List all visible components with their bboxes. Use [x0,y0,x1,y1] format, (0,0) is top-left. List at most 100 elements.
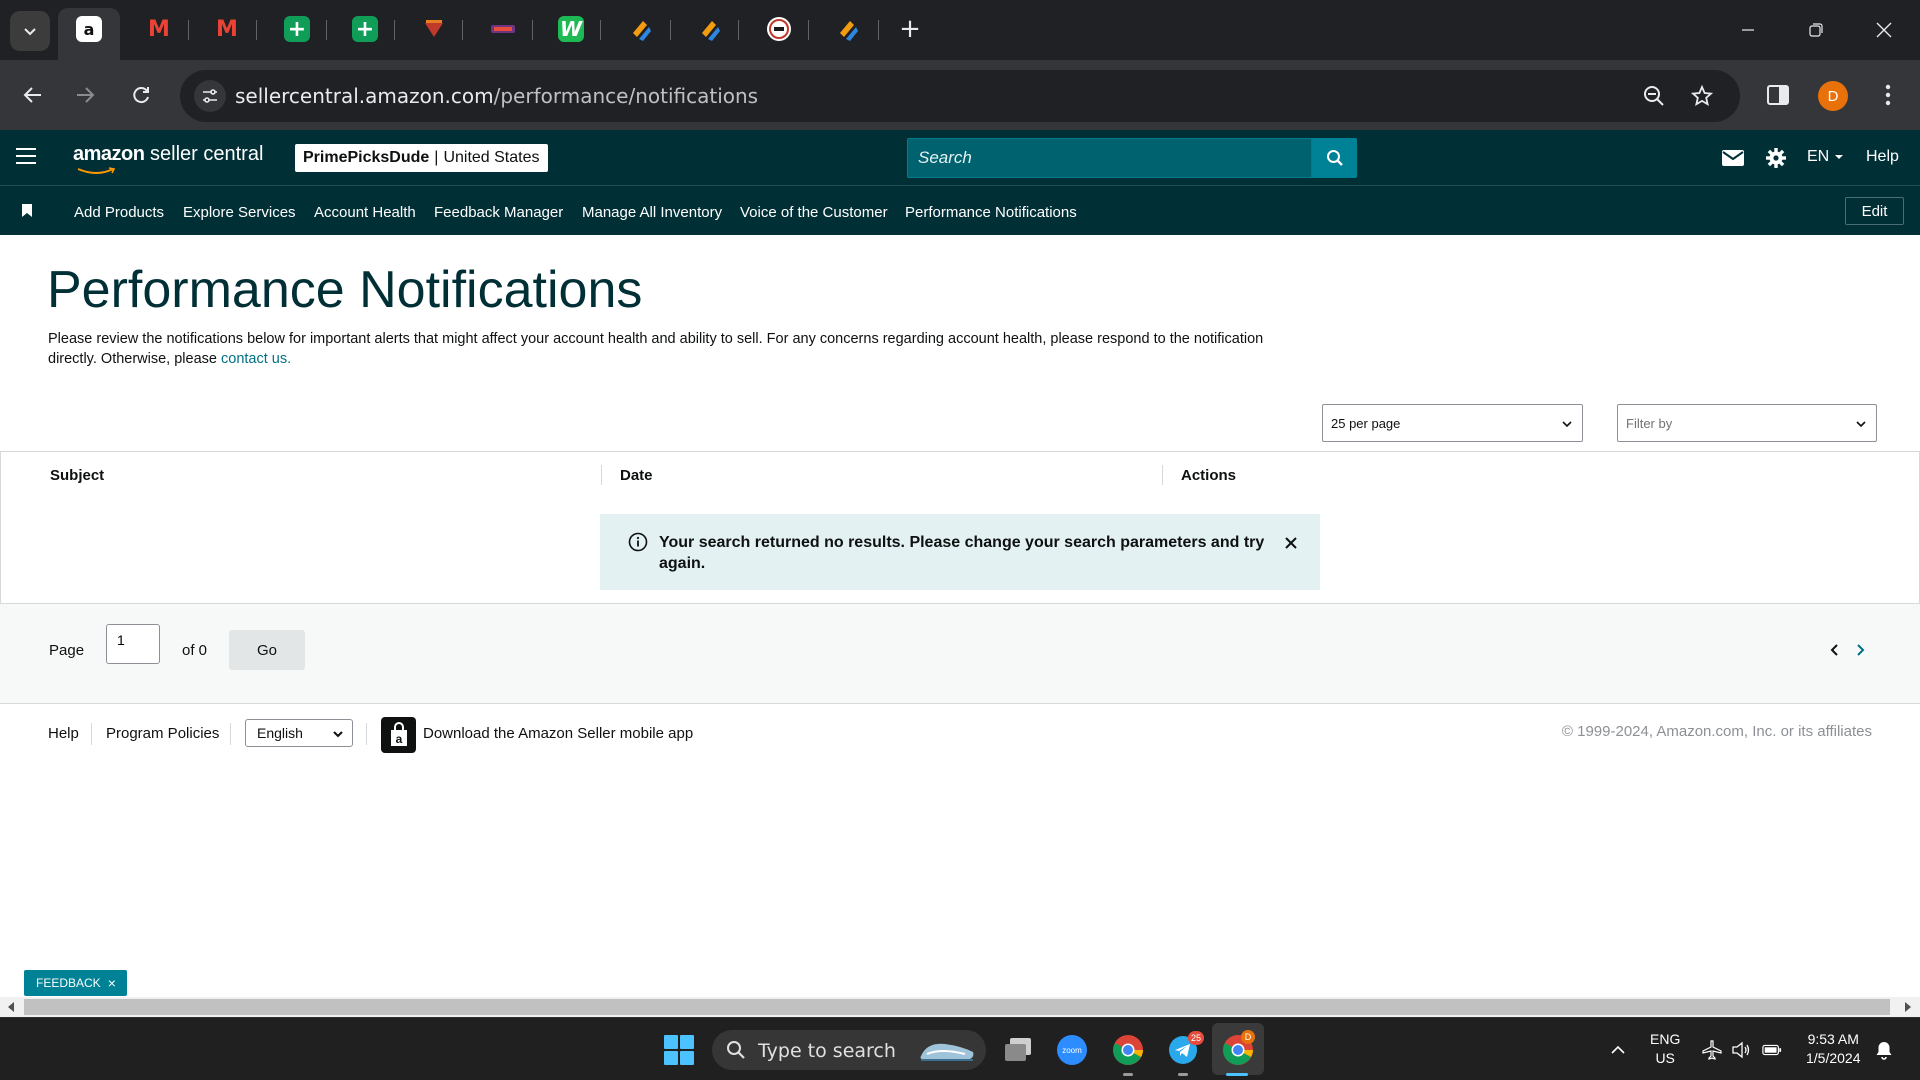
seller-central-logo[interactable]: amazon seller central [73,143,263,174]
per-page-select[interactable]: 25 per page [1322,404,1583,442]
scrollbar-thumb[interactable] [24,999,1890,1015]
go-button[interactable]: Go [229,630,305,670]
google-sheets-icon[interactable]: + [284,16,310,42]
previous-page-button[interactable] [1826,642,1842,658]
site-favicon-icon[interactable] [490,16,516,42]
messages-button[interactable] [1721,146,1745,170]
bookmark-account-health[interactable]: Account Health [314,204,416,221]
mail-icon [1722,150,1744,166]
site-favicon-icon[interactable] [421,16,447,42]
bookmark-performance-notifications[interactable]: Performance Notifications [905,204,1077,221]
account-switcher[interactable]: PrimePicksDude | United States [295,144,548,172]
horizontal-scrollbar[interactable] [0,997,1920,1017]
task-view-icon[interactable] [1001,1033,1035,1067]
minimize-icon [1742,29,1754,31]
profile-avatar[interactable]: D [1818,81,1848,111]
notifications-bell-icon[interactable] [1874,1040,1894,1060]
system-clock[interactable]: 9:53 AM 1/5/2024 [1806,1030,1861,1068]
page-number-input[interactable] [106,624,160,664]
copyright-text: © 1999-2024, Amazon.com, Inc. or its aff… [1561,723,1872,740]
chrome-profile-app-icon[interactable]: D [1221,1030,1255,1067]
bookmark-add-products[interactable]: Add Products [74,204,164,221]
input-language-bottom: US [1655,1050,1675,1066]
task-app-icon[interactable] [697,16,723,42]
active-indicator [1226,1073,1248,1076]
footer-language-select[interactable]: English [245,719,353,747]
windows-start-icon[interactable] [664,1035,694,1065]
telegram-app-icon[interactable]: 25 [1166,1031,1205,1067]
gmail-icon[interactable]: M [146,16,172,42]
scroll-left-icon[interactable] [4,1000,18,1014]
input-language[interactable]: ENG US [1650,1030,1680,1068]
side-panel-button[interactable] [1760,77,1796,113]
bookmark-feedback-manager[interactable]: Feedback Manager [434,204,563,221]
help-link[interactable]: Help [1866,148,1899,166]
bookmark-star-button[interactable] [1688,82,1716,110]
edit-bookmarks-button[interactable]: Edit [1845,197,1904,225]
bookmark-icon[interactable] [22,204,32,217]
chevron-down-icon [333,731,343,738]
tune-icon [203,89,217,103]
close-window-button[interactable] [1864,12,1904,48]
feedback-button[interactable]: FEEDBACK × [24,970,127,996]
bookmark-voice-of-the-customer[interactable]: Voice of the Customer [740,204,888,221]
column-header-subject[interactable]: Subject [50,467,104,484]
hamburger-menu-icon[interactable] [16,148,36,168]
airplane-mode-icon[interactable] [1702,1040,1722,1060]
url-text[interactable]: sellercentral.amazon.com/performance/not… [235,84,758,108]
contact-us-link[interactable]: contact us. [221,351,291,367]
w-app-icon[interactable]: W [558,16,584,42]
language-selector[interactable]: EN [1807,148,1844,166]
filter-select[interactable]: Filter by [1617,404,1877,442]
gmail-icon[interactable]: M [214,16,240,42]
volume-icon[interactable] [1731,1040,1751,1060]
back-button[interactable] [15,77,51,113]
page-count-label: of 0 [182,642,208,659]
download-app-link[interactable]: Download the Amazon Seller mobile app [423,725,693,742]
footer-divider [230,723,231,745]
more-vertical-icon [1885,84,1891,106]
close-icon[interactable]: × [108,975,116,991]
page-label: Page [49,642,85,659]
settings-button[interactable] [1764,146,1788,170]
chrome-app-icon[interactable] [1111,1033,1145,1067]
caret-down-icon [1834,155,1843,159]
feedback-label: FEEDBACK [36,976,101,990]
footer-help-link[interactable]: Help [48,725,79,742]
new-tab-button[interactable]: + [895,14,925,44]
search-field[interactable] [907,138,1312,178]
task-app-icon[interactable] [835,16,861,42]
column-header-date[interactable]: Date [620,467,653,484]
restore-button[interactable] [1796,12,1836,48]
google-sheets-icon[interactable]: + [352,16,378,42]
language-code: EN [1807,148,1830,165]
tab-separator [670,20,671,40]
search-button[interactable] [1312,138,1357,178]
minimize-button[interactable] [1728,12,1768,48]
circle-logo-icon[interactable] [766,16,792,42]
zoom-button[interactable] [1640,82,1668,110]
amazon-icon[interactable]: a [76,16,102,42]
amazon-seller-app-icon[interactable]: a [381,717,416,753]
no-results-message: Your search returned no results. Please … [659,534,1265,572]
taskbar-search[interactable]: Type to search [712,1030,986,1070]
battery-icon[interactable] [1762,1040,1782,1060]
address-bar[interactable]: sellercentral.amazon.com/performance/not… [180,70,1740,122]
chevron-up-icon[interactable] [1608,1040,1628,1060]
footer-program-policies-link[interactable]: Program Policies [106,725,219,742]
scroll-right-icon[interactable] [1901,1000,1915,1014]
site-info-button[interactable] [194,80,226,112]
bookmark-manage-all-inventory[interactable]: Manage All Inventory [582,204,722,221]
dismiss-alert-button[interactable] [1280,532,1302,554]
reload-button[interactable] [123,77,159,113]
zoom-app-icon[interactable]: zoom [1055,1033,1089,1067]
search-input[interactable] [908,139,1311,177]
tab-search-button[interactable] [10,11,50,51]
column-divider [1162,465,1163,485]
next-page-button[interactable] [1853,642,1869,658]
task-app-icon[interactable] [628,16,654,42]
restore-icon [1809,23,1823,37]
bookmark-explore-services[interactable]: Explore Services [183,204,296,221]
forward-button[interactable] [67,77,103,113]
browser-menu-button[interactable] [1870,77,1906,113]
